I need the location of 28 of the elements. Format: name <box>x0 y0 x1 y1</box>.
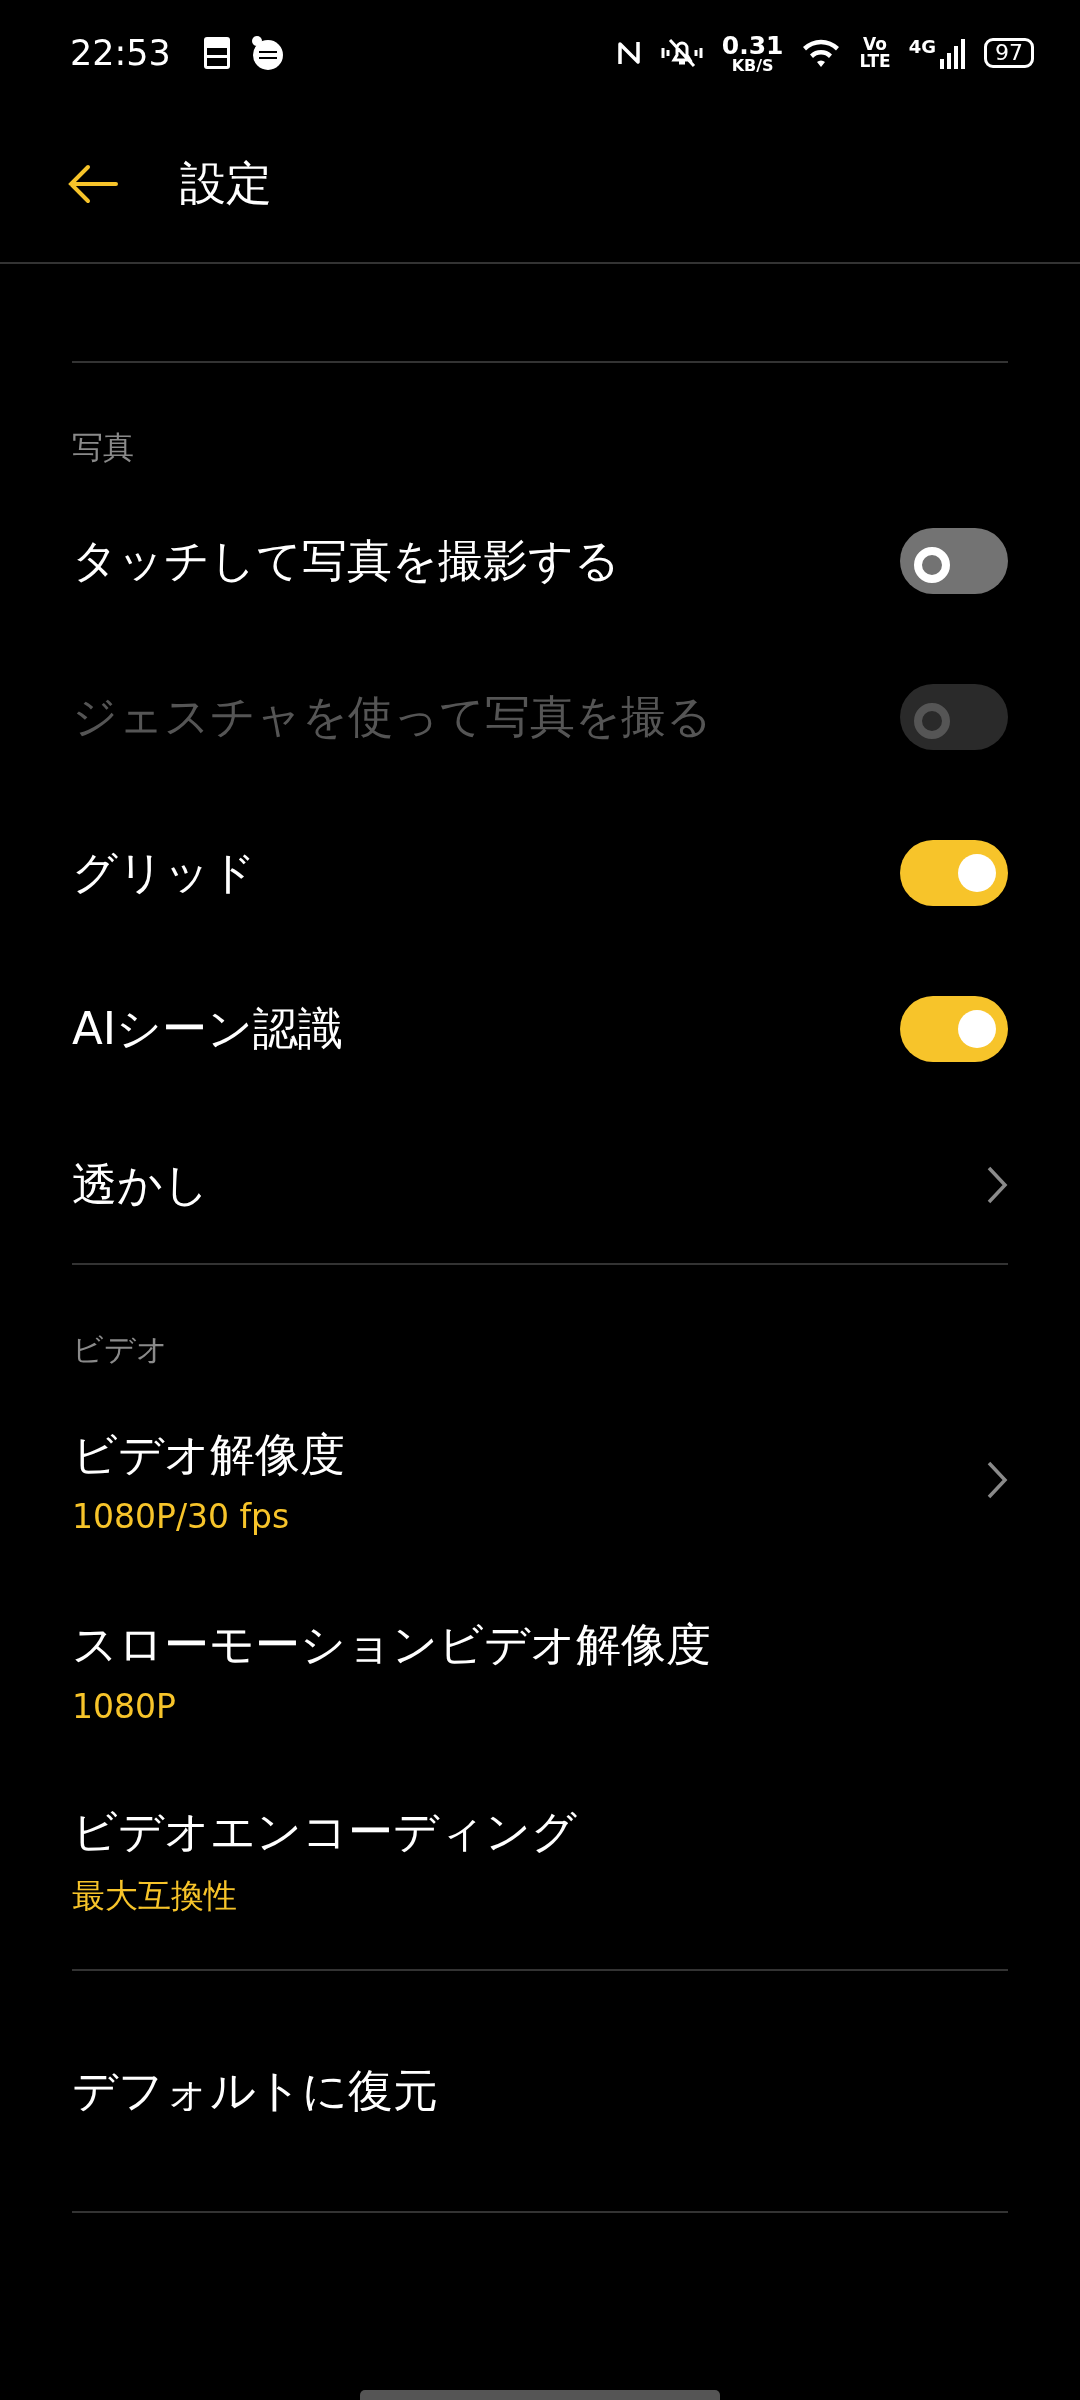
setting-label: AIシーン認識 <box>72 1001 344 1057</box>
network-type: 4G <box>908 35 936 57</box>
page-title: 設定 <box>180 155 272 212</box>
back-arrow-icon[interactable] <box>66 164 120 204</box>
wallet-app-icon <box>202 36 231 70</box>
setting-value: 最大互換性 <box>72 1874 238 1917</box>
setting-label[interactable]: ビデオ解像度 <box>72 1424 345 1485</box>
restore-defaults-button[interactable]: デフォルトに復元 <box>72 2061 438 2121</box>
setting-label: グリッド <box>72 845 256 901</box>
chevron-right-icon <box>986 1165 1008 1205</box>
chevron-right-icon <box>986 1460 1008 1500</box>
section-header: 写真 <box>72 428 135 467</box>
battery-indicator: 97 <box>984 38 1034 68</box>
setting-value: 1080P <box>72 1686 177 1726</box>
setting-value: 1080P/30 fps <box>72 1496 291 1536</box>
setting-label[interactable]: ビデオエンコーディング <box>72 1801 577 1862</box>
volte-label: Vo <box>863 36 887 53</box>
setting-label: タッチして写真を撮影する <box>72 533 620 589</box>
speed-unit: KB/S <box>731 57 774 74</box>
muted-bell-icon <box>659 36 704 70</box>
section-header: ビデオ <box>72 1330 169 1369</box>
volte-label: LTE <box>859 53 891 70</box>
signal-icon <box>940 37 966 69</box>
setting-label[interactable]: 透かし <box>72 1155 209 1215</box>
setting-label: ジェスチャを使って写真を撮る <box>72 689 712 745</box>
setting-label[interactable]: スローモーションビデオ解像度 <box>72 1614 711 1675</box>
network-speed: 0.31 <box>721 32 784 58</box>
status-time: 22:53 <box>70 33 171 73</box>
